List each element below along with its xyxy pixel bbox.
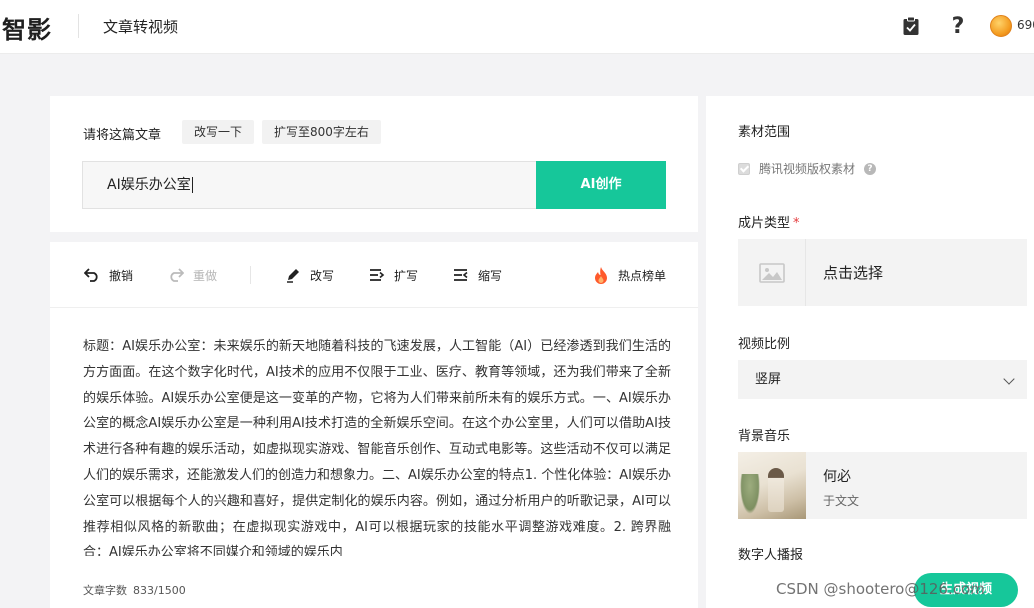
word-count: 文章字数 833/1500	[83, 582, 186, 598]
digital-host-title: 数字人播报	[738, 548, 804, 563]
text-caret	[191, 177, 193, 193]
prompt-input[interactable]: AI娱乐办公室	[82, 161, 537, 209]
shrink-label: 缩写	[478, 268, 503, 283]
expand-800-chip[interactable]: 扩写至800字左右	[262, 120, 381, 144]
prompt-input-value: AI娱乐办公室	[107, 177, 191, 193]
expand-button[interactable]: 扩写	[368, 266, 418, 284]
clipboard-icon-svg	[903, 16, 919, 35]
settings-panel: 素材范围 腾讯视频版权素材 ? 成片类型 * 点击选择 视频比例 竖屏 背景音乐 …	[706, 96, 1034, 608]
prompt-card: 请将这篇文章 改写一下 扩写至800字左右 AI娱乐办公室 AI创作	[50, 96, 698, 232]
page-title: 文章转视频	[103, 18, 179, 36]
tencent-material-label: 腾讯视频版权素材	[759, 162, 856, 176]
shrink-icon	[452, 266, 470, 284]
ai-create-button[interactable]: AI创作	[536, 161, 666, 209]
hot-list-button[interactable]: 热点榜单	[592, 266, 666, 284]
shrink-button[interactable]: 缩写	[452, 266, 502, 284]
material-checkbox-row: 腾讯视频版权素材 ?	[738, 160, 877, 177]
cover-plant	[740, 474, 760, 514]
header-divider	[78, 14, 79, 38]
cover-figure	[768, 468, 784, 512]
undo-label: 撤销	[109, 268, 134, 283]
ratio-title: 视频比例	[738, 337, 791, 352]
app-logo[interactable]: 智影	[2, 10, 52, 45]
word-count-value: 833/1500	[133, 584, 186, 597]
article-editor: 撤销 重做 改写 扩写 缩写 热点榜单 标题：AI娱乐办公室：未来娱乐的新天地随…	[50, 242, 698, 608]
required-mark: *	[793, 216, 800, 231]
film-type-placeholder: 点击选择	[823, 264, 884, 282]
polish-label: 改写	[310, 268, 335, 283]
undo-icon	[83, 266, 101, 284]
expand-icon	[368, 266, 386, 284]
top-bar: 智影 文章转视频 ? 690	[0, 0, 1034, 54]
clipboard-icon[interactable]	[899, 13, 923, 39]
watermark: CSDN @shootero@126.com	[776, 580, 985, 598]
coin-icon[interactable]	[990, 15, 1012, 37]
flame-icon	[592, 266, 610, 284]
ratio-select[interactable]: 竖屏	[738, 360, 1027, 399]
editor-toolbar: 撤销 重做 改写 扩写 缩写 热点榜单	[50, 242, 698, 308]
redo-button[interactable]: 重做	[167, 266, 217, 284]
film-type-title: 成片类型 *	[738, 212, 800, 231]
undo-button[interactable]: 撤销	[83, 266, 133, 284]
pen-icon	[284, 266, 302, 284]
coin-count: 690	[1017, 18, 1034, 32]
article-text[interactable]: 标题：AI娱乐办公室：未来娱乐的新天地随着科技的飞速发展，人工智能（AI）已经渗…	[83, 334, 671, 556]
music-artist: 于文文	[823, 494, 860, 508]
image-placeholder-icon	[738, 239, 806, 306]
film-type-selector[interactable]: 点击选择	[738, 239, 1027, 306]
redo-label: 重做	[193, 268, 218, 283]
toolbar-divider	[250, 266, 251, 284]
music-card[interactable]: 何必 于文文	[738, 452, 1027, 519]
chevron-down-icon	[1003, 373, 1015, 385]
ratio-value: 竖屏	[755, 372, 782, 387]
tencent-material-checkbox[interactable]	[738, 162, 750, 175]
album-cover	[738, 452, 806, 519]
info-icon[interactable]: ?	[864, 162, 877, 175]
expand-label: 扩写	[394, 268, 419, 283]
prompt-label: 请将这篇文章	[83, 128, 162, 143]
film-type-label: 成片类型	[738, 216, 791, 231]
hot-list-label: 热点榜单	[618, 268, 667, 283]
word-count-label: 文章字数	[83, 584, 127, 597]
redo-icon	[167, 266, 185, 284]
music-song: 何必	[823, 469, 851, 485]
polish-button[interactable]: 改写	[284, 266, 334, 284]
music-title: 背景音乐	[738, 429, 791, 444]
rewrite-chip[interactable]: 改写一下	[182, 120, 255, 144]
help-icon[interactable]: ?	[946, 13, 970, 39]
material-scope-title: 素材范围	[738, 125, 791, 140]
